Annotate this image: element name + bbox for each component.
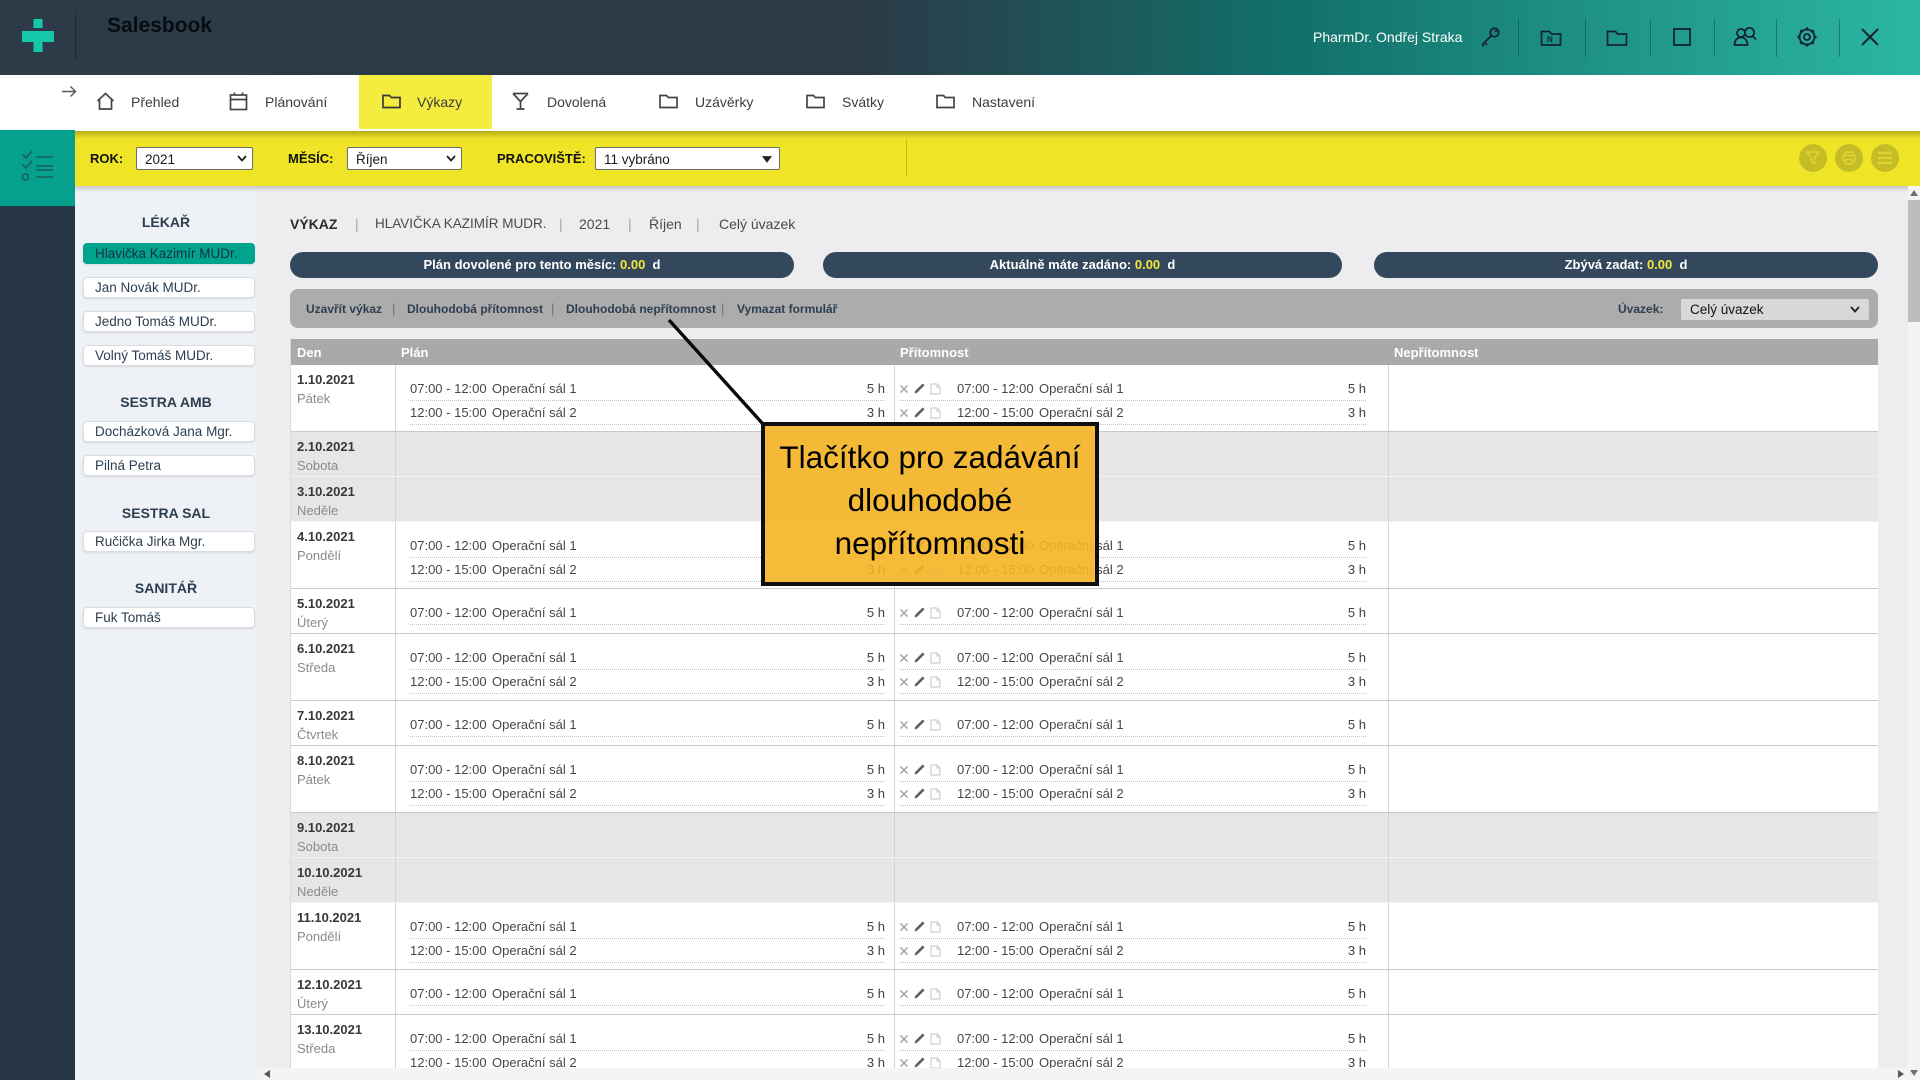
svg-text:N: N bbox=[1547, 35, 1553, 44]
